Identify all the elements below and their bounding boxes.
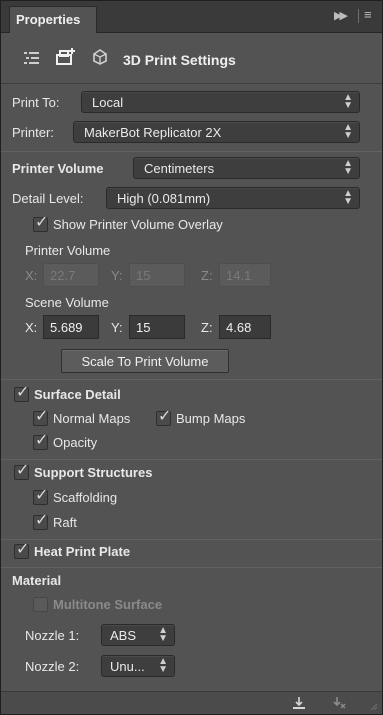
heat-print-plate-label: Heat Print Plate [34, 544, 131, 559]
pv-y-label: Y: [111, 268, 123, 283]
panel-title: 3D Print Settings [123, 52, 236, 68]
chevron-updown-icon: ▲ ▼ [158, 656, 168, 675]
section-divider [1, 567, 382, 568]
layer-properties-icon[interactable] [23, 50, 41, 69]
surface-detail-checkbox[interactable]: ✓ [14, 384, 29, 402]
nozzle2-dropdown[interactable]: Unu... ▲ ▼ [101, 655, 175, 677]
chevron-updown-icon: ▲ ▼ [343, 122, 353, 141]
tab-bar-divider [358, 9, 359, 23]
scale-to-print-volume-button[interactable]: Scale To Print Volume [61, 349, 229, 373]
raft-label: Raft [53, 515, 77, 530]
chevron-updown-icon: ▲ ▼ [343, 188, 353, 207]
cancel-print-icon[interactable] [331, 695, 347, 714]
surface-detail-label: Surface Detail [34, 387, 121, 402]
opacity-label: Opacity [53, 435, 98, 450]
support-structures-checkbox[interactable]: ✓ [14, 462, 29, 480]
resize-grip-icon[interactable] [369, 698, 379, 714]
sv-x-label: X: [25, 320, 38, 335]
checkmark-icon: ✓ [16, 541, 30, 558]
pv-x-label: X: [25, 268, 38, 283]
section-divider [1, 151, 382, 152]
nozzle2-label: Nozzle 2: [25, 659, 80, 674]
nozzle2-value: Unu... [110, 659, 145, 674]
checkmark-icon: ✓ [158, 408, 172, 425]
pv-y-field: 15 [129, 263, 185, 287]
sv-x-field[interactable]: 5.689 [43, 315, 99, 339]
printer-value: MakerBot Replicator 2X [84, 125, 222, 140]
scene-volume-label: Scene Volume [25, 295, 109, 310]
show-overlay-checkbox[interactable]: ✓ [33, 214, 48, 232]
panel-menu-icon[interactable]: ≡ [364, 7, 372, 22]
3d-scene-icon[interactable] [91, 48, 109, 69]
printer-label: Printer: [12, 125, 54, 140]
checkmark-icon: ✓ [35, 512, 49, 529]
tab-label: Properties [16, 12, 81, 27]
chevron-updown-icon: ▲ ▼ [158, 625, 168, 644]
sv-z-field[interactable]: 4.68 [219, 315, 271, 339]
checkmark-icon: ✓ [16, 384, 30, 401]
detail-level-label: Detail Level: [12, 191, 84, 206]
section-divider [1, 539, 382, 540]
nozzle1-value: ABS [110, 628, 137, 643]
pv-x-field: 22.7 [43, 263, 99, 287]
pv-z-label: Z: [201, 268, 213, 283]
checkmark-icon: ✓ [35, 214, 49, 231]
section-divider [1, 379, 382, 380]
print-to-value: Local [92, 95, 124, 110]
print-to-dropdown[interactable]: Local ▲ ▼ [81, 91, 360, 113]
bump-maps-label: Bump Maps [176, 411, 246, 426]
heat-print-plate-checkbox[interactable]: ✓ [14, 541, 29, 559]
opacity-checkbox[interactable]: ✓ [33, 432, 48, 450]
detail-level-value: High (0.081mm) [117, 191, 211, 206]
properties-header: 3D Print Settings [1, 34, 382, 84]
nozzle1-dropdown[interactable]: ABS ▲ ▼ [101, 624, 175, 646]
section-divider [1, 459, 382, 460]
scaffolding-label: Scaffolding [53, 490, 118, 505]
units-value: Centimeters [144, 161, 215, 176]
units-dropdown[interactable]: Centimeters ▲ ▼ [133, 157, 360, 179]
scaffolding-checkbox[interactable]: ✓ [33, 487, 48, 505]
3d-print-icon[interactable] [55, 46, 79, 71]
nozzle1-label: Nozzle 1: [25, 628, 80, 643]
sv-y-label: Y: [111, 320, 123, 335]
checkmark-icon: ✓ [16, 462, 30, 479]
bump-maps-checkbox[interactable]: ✓ [156, 408, 171, 426]
chevron-updown-icon: ▲ ▼ [343, 158, 353, 177]
panel-tab-bar: Properties ▶▶ ≡ [1, 1, 382, 33]
checkmark-icon: ✓ [35, 432, 49, 449]
normal-maps-checkbox[interactable]: ✓ [33, 408, 48, 426]
raft-checkbox[interactable]: ✓ [33, 512, 48, 530]
pv-z-field: 14.1 [219, 263, 271, 287]
print-to-label: Print To: [12, 95, 60, 110]
printer-dropdown[interactable]: MakerBot Replicator 2X ▲ ▼ [73, 121, 360, 143]
export-print-icon[interactable] [291, 695, 307, 714]
checkmark-icon: ✓ [35, 408, 49, 425]
support-structures-label: Support Structures [34, 465, 153, 480]
normal-maps-label: Normal Maps [53, 411, 131, 426]
chevron-updown-icon: ▲ ▼ [343, 92, 353, 111]
sv-z-label: Z: [201, 320, 213, 335]
multitone-surface-checkbox[interactable] [33, 597, 48, 612]
show-overlay-label: Show Printer Volume Overlay [53, 217, 223, 232]
detail-level-dropdown[interactable]: High (0.081mm) ▲ ▼ [106, 187, 360, 209]
tab-properties[interactable]: Properties [9, 6, 97, 33]
sv-y-field[interactable]: 15 [129, 315, 185, 339]
checkmark-icon: ✓ [35, 487, 49, 504]
properties-panel: Properties ▶▶ ≡ 3D Print Settings Print … [0, 0, 383, 715]
printer-volume-label: Printer Volume [25, 243, 111, 258]
collapse-panel-icon[interactable]: ▶▶ [334, 9, 348, 22]
material-label: Material [12, 573, 62, 588]
printer-volume-units-label: Printer Volume [12, 161, 104, 176]
multitone-surface-label: Multitone Surface [53, 597, 163, 612]
panel-footer [1, 691, 382, 714]
